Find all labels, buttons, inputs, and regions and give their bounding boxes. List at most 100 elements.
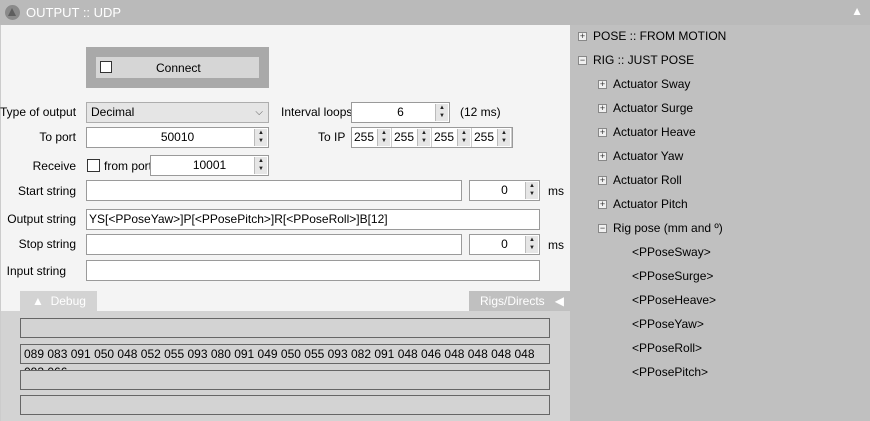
triangle-up-icon: ▲ bbox=[32, 294, 44, 308]
ip-octet-4[interactable]: 255 ▲ ▼ bbox=[472, 128, 512, 147]
interval-loops-label: Interval loops bbox=[281, 105, 353, 119]
tree-node-label: Rig pose (mm and º) bbox=[613, 221, 723, 235]
ip-octet-3[interactable]: 255 ▲ ▼ bbox=[432, 128, 472, 147]
tree-node-label: <PPosePitch> bbox=[632, 365, 709, 379]
debug-line: 089 083 091 050 048 052 055 093 080 091 … bbox=[20, 344, 550, 379]
to-port-spinner[interactable]: ▲ ▼ bbox=[254, 129, 267, 146]
ip-octet-1[interactable]: 255 ▲ ▼ bbox=[352, 128, 392, 147]
octet-value: 255 bbox=[474, 130, 495, 144]
tree-node-label: <PPoseYaw> bbox=[632, 317, 704, 331]
expand-icon[interactable]: + bbox=[598, 80, 607, 90]
tree-node[interactable]: − RIG :: JUST POSE bbox=[578, 53, 694, 67]
tree-node[interactable]: + Actuator Heave bbox=[598, 125, 696, 139]
tree-node-label: Actuator Yaw bbox=[613, 149, 684, 163]
expand-icon[interactable]: + bbox=[598, 104, 607, 114]
output-string-input[interactable]: YS[<PPoseYaw>]P[<PPosePitch>]R[<PPoseRol… bbox=[86, 209, 540, 230]
octet-value: 255 bbox=[354, 130, 375, 144]
to-ip-input[interactable]: 255 ▲ ▼ 255 ▲ ▼ 255 ▲ ▼ 255 ▲ ▼ bbox=[351, 127, 513, 148]
triangle-left-icon: ◀ bbox=[554, 294, 564, 308]
start-string-input[interactable] bbox=[86, 180, 462, 201]
tree-node-label: <PPoseHeave> bbox=[632, 293, 717, 307]
octet-spinner[interactable]: ▲ ▼ bbox=[417, 129, 430, 146]
expand-icon[interactable]: + bbox=[598, 200, 607, 210]
connect-checkbox[interactable] bbox=[100, 61, 112, 73]
tab-rigs-label: Rigs/Directs bbox=[480, 294, 545, 308]
stop-delay-input[interactable]: 0 ▲ ▼ bbox=[469, 234, 540, 255]
stop-delay-value: 0 bbox=[501, 237, 508, 251]
expand-icon[interactable]: + bbox=[598, 128, 607, 138]
tree-node-label: Actuator Roll bbox=[613, 173, 682, 187]
tree-node[interactable]: + POSE :: FROM MOTION bbox=[578, 29, 726, 43]
tree-node[interactable]: + Actuator Roll bbox=[598, 173, 682, 187]
tree-node[interactable]: − Rig pose (mm and º) bbox=[598, 221, 723, 235]
octet-spinner[interactable]: ▲ ▼ bbox=[457, 129, 470, 146]
octet-value: 255 bbox=[394, 130, 415, 144]
tree-node-label: <PPoseSway> bbox=[632, 245, 711, 259]
stop-string-input[interactable] bbox=[86, 234, 462, 255]
output-string-label: Output string bbox=[7, 212, 76, 226]
tree-node-label: Actuator Pitch bbox=[613, 197, 688, 211]
interval-loops-input[interactable]: 6 ▲ ▼ bbox=[351, 102, 450, 123]
tree-node-label: Actuator Heave bbox=[613, 125, 696, 139]
octet-spinner[interactable]: ▲ ▼ bbox=[377, 129, 390, 146]
tree-node[interactable]: + Actuator Surge bbox=[598, 101, 693, 115]
to-port-label: To port bbox=[39, 130, 76, 144]
octet-spinner[interactable]: ▲ ▼ bbox=[497, 129, 510, 146]
window-title: OUTPUT :: UDP bbox=[26, 5, 122, 20]
debug-line bbox=[20, 395, 550, 415]
tab-debug-label: Debug bbox=[50, 294, 86, 308]
input-string-label: Input string bbox=[6, 264, 66, 278]
input-string-input[interactable] bbox=[86, 260, 540, 281]
debug-line bbox=[20, 318, 550, 338]
chevron-down-icon: ⌵ bbox=[255, 107, 263, 118]
tree-node[interactable]: <PPoseHeave> bbox=[632, 293, 716, 307]
tree-node[interactable]: <PPoseSurge> bbox=[632, 269, 713, 283]
app-logo-icon bbox=[5, 5, 20, 20]
tab-debug[interactable]: ▲ Debug bbox=[20, 291, 97, 311]
tree-node[interactable]: + Actuator Yaw bbox=[598, 149, 683, 163]
tree-view: + POSE :: FROM MOTION − RIG :: JUST POSE + Ac… bbox=[570, 25, 870, 421]
stop-string-label: Stop string bbox=[18, 237, 76, 251]
to-ip-label: To IP bbox=[318, 130, 346, 144]
title-bar: OUTPUT :: UDP ▲ bbox=[0, 0, 870, 25]
debug-line bbox=[20, 370, 550, 390]
tree-node-label: Actuator Surge bbox=[613, 101, 694, 115]
tree-node[interactable]: + Actuator Pitch bbox=[598, 197, 688, 211]
from-port-label: from port bbox=[104, 159, 153, 173]
expand-icon[interactable]: + bbox=[598, 176, 607, 186]
expand-icon[interactable]: + bbox=[598, 152, 607, 162]
connect-label: Connect bbox=[156, 61, 201, 75]
tree-node-label: POSE :: FROM MOTION bbox=[593, 29, 727, 43]
from-port-spinner[interactable]: ▲ ▼ bbox=[254, 157, 267, 174]
type-of-output-select[interactable]: Decimal ⌵ bbox=[86, 102, 269, 123]
start-delay-unit: ms bbox=[548, 184, 564, 198]
connect-button[interactable]: Connect bbox=[96, 57, 259, 78]
stop-delay-spinner[interactable]: ▲ ▼ bbox=[525, 236, 538, 253]
tab-rigs-directs[interactable]: Rigs/Directs ◀ bbox=[469, 291, 570, 311]
interval-ms-note: (12 ms) bbox=[460, 105, 501, 119]
start-delay-input[interactable]: 0 ▲ ▼ bbox=[469, 180, 540, 201]
from-port-input[interactable]: 10001 ▲ ▼ bbox=[150, 155, 269, 176]
collapse-icon[interactable]: − bbox=[598, 224, 607, 234]
interval-loops-value: 6 bbox=[397, 105, 404, 119]
tree-node[interactable]: <PPoseRoll> bbox=[632, 341, 702, 355]
stop-delay-unit: ms bbox=[548, 238, 564, 252]
tree-node[interactable]: <PPoseSway> bbox=[632, 245, 711, 259]
from-port-value: 10001 bbox=[192, 158, 227, 172]
interval-loops-spinner[interactable]: ▲ ▼ bbox=[435, 104, 448, 121]
start-delay-value: 0 bbox=[501, 183, 508, 197]
receive-label: Receive bbox=[32, 159, 76, 173]
ip-octet-2[interactable]: 255 ▲ ▼ bbox=[392, 128, 432, 147]
tree-node[interactable]: <PPosePitch> bbox=[632, 365, 708, 379]
to-port-input[interactable]: 50010 ▲ ▼ bbox=[86, 127, 269, 148]
tree-node[interactable]: + Actuator Sway bbox=[598, 77, 690, 91]
collapse-up-icon[interactable]: ▲ bbox=[851, 4, 863, 18]
start-delay-spinner[interactable]: ▲ ▼ bbox=[525, 182, 538, 199]
tree-node[interactable]: <PPoseYaw> bbox=[632, 317, 704, 331]
type-of-output-value: Decimal bbox=[91, 105, 135, 119]
receive-checkbox[interactable] bbox=[87, 159, 100, 172]
tree-node-label: <PPoseSurge> bbox=[632, 269, 714, 283]
expand-icon[interactable]: + bbox=[578, 32, 587, 42]
collapse-icon[interactable]: − bbox=[578, 56, 587, 66]
tree-node-label: Actuator Sway bbox=[613, 77, 691, 91]
